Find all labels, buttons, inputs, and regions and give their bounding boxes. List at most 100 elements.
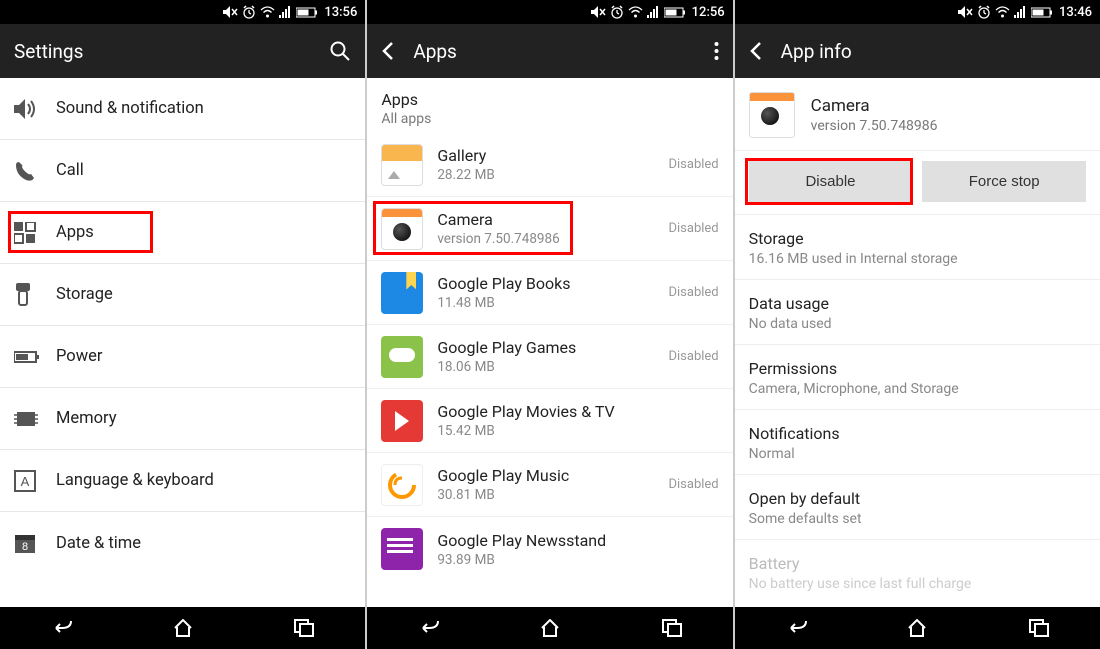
app-row-newsstand[interactable]: Google Play Newsstand 93.89 MB	[367, 517, 732, 581]
nav-bar	[367, 607, 732, 649]
settings-item-storage[interactable]: Storage	[0, 264, 365, 326]
app-status: Disabled	[668, 285, 718, 300]
app-size: 93.89 MB	[437, 552, 712, 568]
battery-icon	[296, 7, 318, 18]
settings-item-label: Call	[56, 161, 84, 180]
nav-home[interactable]	[887, 619, 947, 637]
alarm-icon	[242, 5, 256, 19]
battery-icon	[1031, 7, 1053, 18]
alarm-icon	[610, 5, 624, 19]
app-row-camera[interactable]: Camera version 7.50.748986 Disabled	[367, 197, 732, 261]
force-stop-button[interactable]: Force stop	[922, 161, 1086, 202]
info-title: Open by default	[749, 489, 1086, 508]
app-row-books[interactable]: Google Play Books 11.48 MB Disabled	[367, 261, 732, 325]
info-item-open-default[interactable]: Open by default Some defaults set	[735, 475, 1100, 540]
search-icon[interactable]	[329, 40, 351, 62]
apps-icon	[14, 222, 56, 244]
back-icon[interactable]	[749, 41, 763, 61]
app-row-music[interactable]: Google Play Music 30.81 MB Disabled	[367, 453, 732, 517]
nav-back[interactable]	[31, 619, 91, 637]
info-item-data-usage[interactable]: Data usage No data used	[735, 280, 1100, 345]
app-bar: Apps	[367, 24, 732, 78]
nav-recent[interactable]	[1009, 619, 1069, 637]
signal-icon	[1014, 6, 1027, 18]
app-bar: Settings	[0, 24, 365, 78]
screen-app-info: 13:46 App info Camera version 7.50.74898…	[735, 0, 1100, 649]
info-item-battery: Battery No battery use since last full c…	[735, 540, 1100, 604]
section-header: Apps All apps	[367, 78, 732, 133]
info-subtitle: Some defaults set	[749, 511, 1086, 527]
app-name: Camera	[437, 210, 662, 229]
settings-item-label: Language & keyboard	[56, 471, 214, 490]
nav-home[interactable]	[520, 619, 580, 637]
app-row-movies[interactable]: Google Play Movies & TV 15.42 MB	[367, 389, 732, 453]
gallery-icon	[381, 144, 423, 186]
app-status: Disabled	[668, 477, 718, 492]
info-title: Battery	[749, 554, 1086, 573]
svg-text:8: 8	[22, 541, 28, 553]
settings-item-power[interactable]: Power	[0, 326, 365, 388]
app-name: Google Play Books	[437, 274, 662, 293]
settings-item-call[interactable]: Call	[0, 140, 365, 202]
info-subtitle: No battery use since last full charge	[749, 576, 1086, 592]
language-icon: A	[14, 470, 56, 492]
info-subtitle: Normal	[749, 446, 1086, 462]
app-name: Google Play Music	[437, 466, 662, 485]
phone-icon	[14, 160, 56, 182]
music-icon	[381, 464, 423, 506]
app-bar: App info	[735, 24, 1100, 78]
app-status: Disabled	[668, 221, 718, 236]
app-row-gallery[interactable]: Gallery 28.22 MB Disabled	[367, 133, 732, 197]
calendar-icon: 8	[14, 532, 56, 554]
section-subtitle: All apps	[381, 111, 718, 127]
nav-home[interactable]	[153, 619, 213, 637]
games-icon	[381, 336, 423, 378]
nav-recent[interactable]	[642, 619, 702, 637]
camera-icon	[749, 92, 795, 138]
app-status: Disabled	[668, 157, 718, 172]
info-item-permissions[interactable]: Permissions Camera, Microphone, and Stor…	[735, 345, 1100, 410]
mute-icon	[591, 6, 606, 18]
button-row: Disable Force stop	[735, 151, 1100, 215]
app-size: 28.22 MB	[437, 167, 662, 183]
nav-back[interactable]	[766, 619, 826, 637]
settings-list: Sound & notification Call Apps Storage	[0, 78, 365, 607]
newsstand-icon	[381, 528, 423, 570]
settings-item-memory[interactable]: Memory	[0, 388, 365, 450]
app-row-games[interactable]: Google Play Games 18.06 MB Disabled	[367, 325, 732, 389]
settings-item-apps[interactable]: Apps	[0, 202, 365, 264]
settings-item-sound[interactable]: Sound & notification	[0, 78, 365, 140]
app-version: version 7.50.748986	[437, 231, 662, 247]
overflow-icon[interactable]	[714, 41, 719, 61]
app-name: Google Play Newsstand	[437, 531, 712, 550]
settings-item-date[interactable]: 8 Date & time	[0, 512, 365, 574]
info-title: Data usage	[749, 294, 1086, 313]
memory-icon	[14, 409, 56, 429]
app-name: Gallery	[437, 146, 662, 165]
app-status: Disabled	[668, 349, 718, 364]
app-name: Google Play Movies & TV	[437, 402, 712, 421]
info-subtitle: No data used	[749, 316, 1086, 332]
disable-button[interactable]: Disable	[749, 161, 913, 202]
back-icon[interactable]	[381, 41, 395, 61]
info-item-notifications[interactable]: Notifications Normal	[735, 410, 1100, 475]
info-item-storage[interactable]: Storage 16.16 MB used in Internal storag…	[735, 215, 1100, 280]
signal-icon	[279, 6, 292, 18]
app-info-header: Camera version 7.50.748986	[735, 78, 1100, 151]
settings-item-label: Date & time	[56, 534, 141, 553]
info-title: Notifications	[749, 424, 1086, 443]
movies-icon	[381, 400, 423, 442]
apps-list: Apps All apps Gallery 28.22 MB Disabled …	[367, 78, 732, 607]
settings-item-label: Apps	[56, 223, 94, 242]
screen-settings: 13:56 Settings Sound & notification Call	[0, 0, 365, 649]
nav-recent[interactable]	[274, 619, 334, 637]
app-name: Google Play Games	[437, 338, 662, 357]
settings-item-label: Memory	[56, 409, 117, 428]
nav-back[interactable]	[398, 619, 458, 637]
mute-icon	[223, 6, 238, 18]
app-size: 30.81 MB	[437, 487, 662, 503]
settings-item-language[interactable]: A Language & keyboard	[0, 450, 365, 512]
signal-icon	[647, 6, 660, 18]
mute-icon	[958, 6, 973, 18]
app-version: version 7.50.748986	[811, 118, 938, 134]
